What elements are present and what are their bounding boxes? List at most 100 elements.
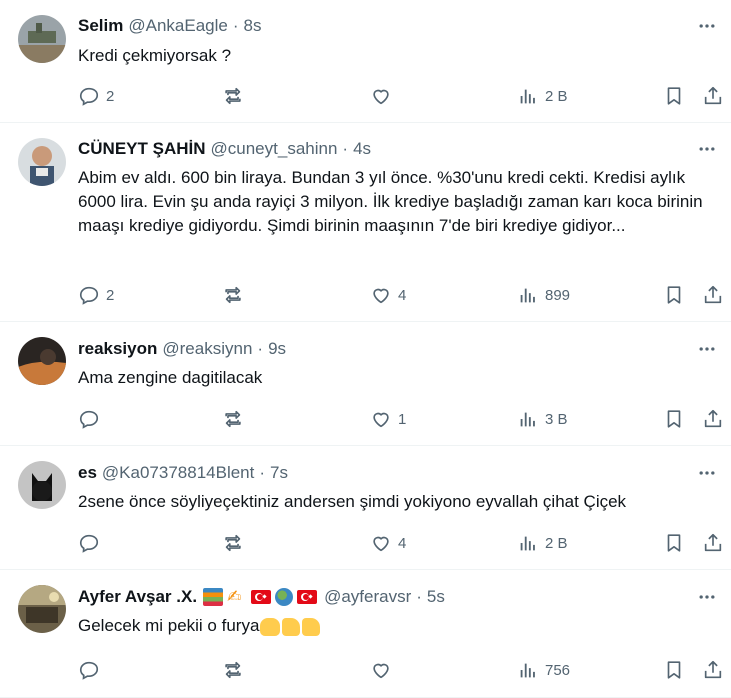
heart-icon xyxy=(373,89,389,105)
retweet-button[interactable] xyxy=(222,404,250,434)
heart-icon xyxy=(373,288,389,304)
reply-icon xyxy=(79,87,99,106)
like-button[interactable]: 4 xyxy=(370,280,406,310)
view-count: 3 B xyxy=(545,410,568,428)
reply-button[interactable] xyxy=(78,528,106,558)
reply-count: 2 xyxy=(106,286,115,304)
timestamp[interactable]: 9s xyxy=(268,338,286,360)
views-button[interactable]: 3 B xyxy=(517,404,568,434)
tweet-text: Gelecek mi pekii o furya xyxy=(78,616,260,635)
reply-icon xyxy=(79,534,99,553)
avatar[interactable] xyxy=(18,461,66,509)
separator-dot: · xyxy=(342,139,349,158)
bookmark-button[interactable] xyxy=(663,528,685,558)
author-handle[interactable]: @Ka07378814Blent xyxy=(102,462,254,484)
share-button[interactable] xyxy=(702,280,724,310)
reply-icon xyxy=(79,286,99,305)
more-icon[interactable] xyxy=(695,461,719,485)
share-button[interactable] xyxy=(702,404,724,434)
name-emojis: ✍ xyxy=(201,588,319,606)
tweet-body: Gelecek mi pekii o furya xyxy=(78,614,711,638)
more-icon[interactable] xyxy=(695,14,719,38)
bookmark-button[interactable] xyxy=(663,81,685,111)
share-icon xyxy=(704,86,722,105)
view-count: 2 B xyxy=(545,534,568,552)
bookmark-button[interactable] xyxy=(663,280,685,310)
avatar[interactable] xyxy=(18,585,66,633)
author-handle[interactable]: @cuneyt_sahinn xyxy=(211,138,338,160)
views-icon xyxy=(520,412,535,427)
tweet-text: Ama zengine dagitilacak xyxy=(78,368,263,387)
reply-button[interactable] xyxy=(78,655,106,685)
tweet-card[interactable]: Selim @AnkaEagle · 8s Kredi çekmiyorsak … xyxy=(0,0,731,123)
retweet-icon xyxy=(225,286,241,304)
timestamp[interactable]: 8s xyxy=(244,15,262,37)
bookmark-button[interactable] xyxy=(663,655,685,685)
bookmark-icon xyxy=(667,410,681,428)
avatar[interactable] xyxy=(18,138,66,186)
view-count: 2 B xyxy=(545,87,568,105)
author-name[interactable]: es xyxy=(78,462,97,484)
tweet-card[interactable]: reaksiyon @reaksiynn · 9s Ama zengine da… xyxy=(0,322,731,446)
reply-button[interactable] xyxy=(78,404,106,434)
author-name[interactable]: Selim xyxy=(78,15,123,37)
timestamp[interactable]: 7s xyxy=(270,462,288,484)
avatar[interactable] xyxy=(18,15,66,63)
action-bar: 1 3 B xyxy=(0,404,731,434)
tweet-card[interactable]: es @Ka07378814Blent · 7s 2sene önce söyl… xyxy=(0,446,731,570)
tweet-card[interactable]: Ayfer Avşar .X. ✍ @ayferavsr · 5s Gelece… xyxy=(0,570,731,698)
share-button[interactable] xyxy=(702,81,724,111)
more-icon[interactable] xyxy=(695,337,719,361)
heart-icon xyxy=(373,536,389,552)
tweet-feed: Selim @AnkaEagle · 8s Kredi çekmiyorsak … xyxy=(0,0,731,698)
action-bar: 4 2 B xyxy=(0,528,731,558)
retweet-button[interactable] xyxy=(222,81,250,111)
author-name[interactable]: Ayfer Avşar .X. xyxy=(78,586,197,608)
share-icon xyxy=(704,533,722,552)
author-handle[interactable]: @reaksiynn xyxy=(162,338,252,360)
timestamp[interactable]: 4s xyxy=(353,138,371,160)
share-icon xyxy=(704,409,722,428)
thumbs-up-icon xyxy=(302,617,321,636)
bookmark-icon xyxy=(667,87,681,105)
author-handle[interactable]: @ayferavsr xyxy=(324,586,411,608)
share-button[interactable] xyxy=(702,655,724,685)
tweet-card[interactable]: CÜNEYT ŞAHİN @cuneyt_sahinn · 4s Abim ev… xyxy=(0,123,731,322)
like-button[interactable] xyxy=(370,81,398,111)
heart-icon xyxy=(373,663,389,679)
reply-button[interactable]: 2 xyxy=(78,280,114,310)
action-bar: 2 4 899 xyxy=(0,280,731,310)
views-button[interactable]: 2 B xyxy=(517,528,568,558)
share-button[interactable] xyxy=(702,528,724,558)
views-button[interactable]: 2 B xyxy=(517,81,568,111)
retweet-button[interactable] xyxy=(222,528,250,558)
reply-button[interactable]: 2 xyxy=(78,81,114,111)
separator-dot: · xyxy=(232,16,239,35)
more-icon[interactable] xyxy=(695,585,719,609)
views-button[interactable]: 756 xyxy=(517,655,570,685)
tweet-text: 2sene önce söyliyeçektiniz andersen şimd… xyxy=(78,492,627,511)
more-icon[interactable] xyxy=(695,137,719,161)
bookmark-icon xyxy=(667,661,681,679)
retweet-icon xyxy=(225,661,241,679)
timestamp[interactable]: 5s xyxy=(427,586,445,608)
tweet-text: Abim ev aldı. 600 bin liraya. Bundan 3 y… xyxy=(78,168,703,235)
retweet-button[interactable] xyxy=(222,655,250,685)
author-name[interactable]: CÜNEYT ŞAHİN xyxy=(78,138,206,160)
avatar[interactable] xyxy=(18,337,66,385)
turkey-flag-icon xyxy=(251,590,272,604)
tweet-text: Kredi çekmiyorsak ? xyxy=(78,46,232,65)
retweet-button[interactable] xyxy=(222,280,250,310)
globe-icon xyxy=(275,588,294,606)
views-button[interactable]: 899 xyxy=(517,280,570,310)
views-icon xyxy=(520,89,535,104)
turkey-flag-icon xyxy=(297,590,318,604)
like-button[interactable]: 4 xyxy=(370,528,406,558)
retweet-icon xyxy=(225,534,241,552)
like-button[interactable]: 1 xyxy=(370,404,406,434)
like-button[interactable] xyxy=(370,655,398,685)
author-name[interactable]: reaksiyon xyxy=(78,338,157,360)
author-handle[interactable]: @AnkaEagle xyxy=(128,15,228,37)
separator-dot: · xyxy=(259,463,266,482)
bookmark-button[interactable] xyxy=(663,404,685,434)
